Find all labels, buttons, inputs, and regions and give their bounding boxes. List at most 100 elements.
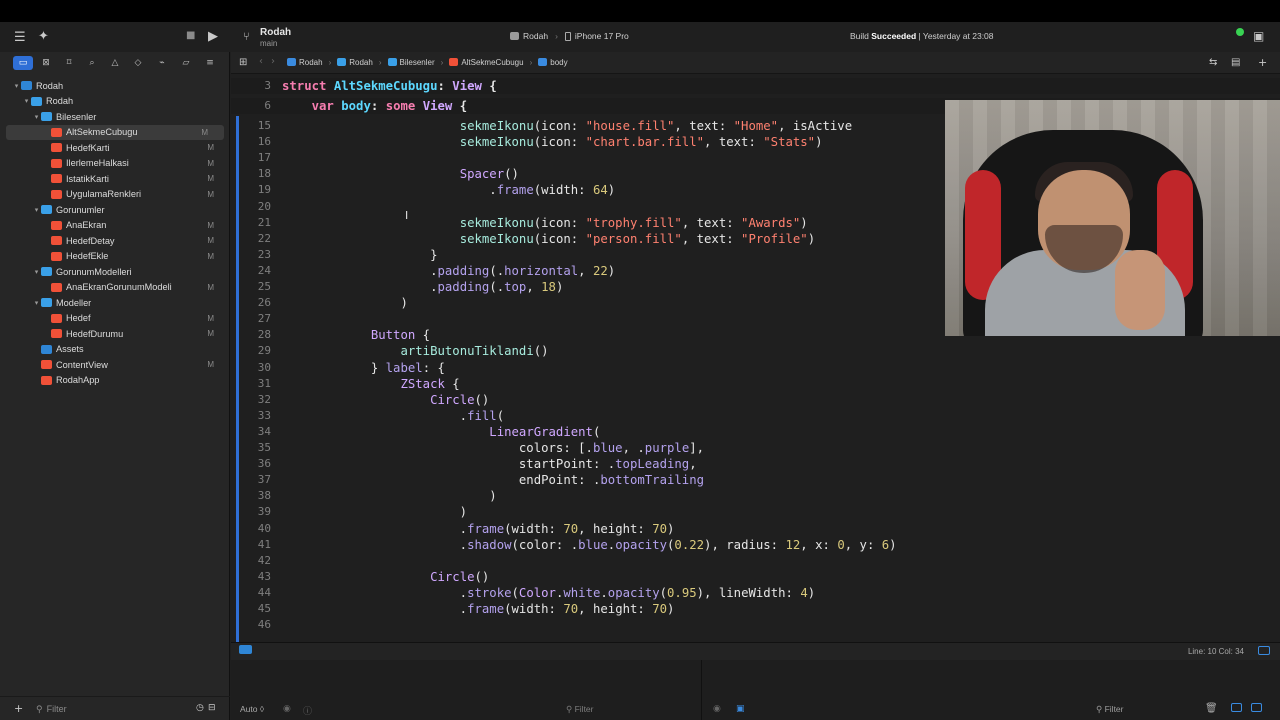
code-token: , <box>689 457 697 472</box>
folder-tab-icon[interactable]: ▭ <box>13 56 33 70</box>
quick-look-icon[interactable]: ◉ <box>713 704 721 714</box>
breadcrumb-item[interactable]: Rodah <box>337 58 373 67</box>
swift-icon <box>51 251 62 261</box>
back-icon[interactable]: ‹ <box>259 56 263 67</box>
debug-area-toggle-icon[interactable] <box>239 645 252 654</box>
code-line: 29 artiButonuTiklandi() <box>231 343 1280 359</box>
sidebar-toggle-icon[interactable]: ☰ <box>14 30 26 45</box>
tree-item[interactable]: IlerlemeHalkasi M <box>0 156 230 172</box>
swift-icon <box>51 127 62 137</box>
tree-item[interactable]: RodahApp <box>0 373 230 389</box>
code-token: ) <box>282 505 468 520</box>
line-number: 27 <box>257 312 271 326</box>
breadcrumb-item[interactable]: body <box>538 58 568 67</box>
debug-bottom-bar: Auto ◊ ◉ ⓘ ⚲ Filter ◉ ▣ ⚲ Filter 🗑 <box>231 698 1280 720</box>
eye-icon[interactable]: ◉ <box>283 704 291 714</box>
chevron-down-icon[interactable]: ▾ <box>32 113 41 121</box>
tree-item[interactable]: UygulamaRenkleri M <box>0 187 230 203</box>
code-token: ZStack <box>400 376 445 391</box>
tree-item[interactable]: ▾ Rodah <box>0 94 230 110</box>
breadcrumb-item[interactable]: Rodah <box>287 58 323 67</box>
tree-item[interactable]: HedefDurumu M <box>0 326 230 342</box>
info-icon[interactable]: ⓘ <box>303 704 312 717</box>
code-token: ), radius: <box>704 537 786 552</box>
tree-item[interactable]: Assets <box>0 342 230 358</box>
assets-icon <box>41 344 52 354</box>
tree-item[interactable]: HedefDetay M <box>0 233 230 249</box>
breadcrumb-item[interactable]: Bilesenler <box>387 58 435 67</box>
code-token: ) <box>555 280 564 294</box>
run-icon[interactable]: ▶ <box>208 29 218 44</box>
auto-selector[interactable]: Auto ◊ <box>240 704 264 714</box>
related-items-icon[interactable]: ⊞ <box>239 57 247 68</box>
breadcrumb: Rodah › Rodah › Bilesenler › AltSekmeCubugu › bo… <box>287 58 568 67</box>
chevron-down-icon[interactable]: ▾ <box>32 206 41 214</box>
tree-item[interactable]: ▾ Modeller <box>0 295 230 311</box>
project-title[interactable]: Rodah main <box>260 27 291 49</box>
filter-options-icon[interactable]: ⊟ <box>208 703 216 713</box>
recent-files-icon[interactable]: ◷ <box>196 703 204 713</box>
chevron-down-icon[interactable]: ▾ <box>22 97 31 105</box>
stop-icon[interactable]: ■ <box>186 30 195 41</box>
breakpoints-tab-icon[interactable]: ▱ <box>178 56 194 70</box>
tree-item[interactable]: Hedef M <box>0 311 230 327</box>
tree-item[interactable]: AnaEkranGorunumModeli M <box>0 280 230 296</box>
editor-options-icon[interactable]: ▤ <box>1231 57 1240 68</box>
chevron-down-icon[interactable]: ▾ <box>12 82 21 90</box>
console-filter[interactable]: ⚲ Filter <box>1096 704 1123 715</box>
code-line: 33 .fill( <box>231 408 1280 424</box>
tree-item[interactable]: HedefEkle M <box>0 249 230 265</box>
tree-item[interactable]: ▾ Gorunumler <box>0 202 230 218</box>
code-token: , x: <box>800 537 838 552</box>
bookmark-tab-icon[interactable]: ⌑ <box>61 56 77 70</box>
tree-item[interactable]: ▾ Rodah <box>0 78 230 94</box>
debug-tab-icon[interactable]: ⌁ <box>154 56 170 70</box>
code-token: shadow <box>467 537 512 552</box>
sticky-scope-line: 3 struct AltSekmeCubugu: View { <box>231 78 1280 94</box>
variables-filter[interactable]: ⚲ Filter <box>566 704 593 715</box>
tests-tab-icon[interactable]: ◇ <box>130 56 146 70</box>
code-token: : { <box>422 360 445 375</box>
code-token: , isActive <box>778 119 853 133</box>
code-token: bottomTrailing <box>600 473 705 488</box>
code-token: colors: [. <box>282 441 593 455</box>
swift-icon <box>51 189 62 199</box>
tree-item[interactable]: ▾ Bilesenler <box>0 109 230 125</box>
panel-toggle-icon[interactable] <box>1258 646 1270 655</box>
add-editor-icon[interactable]: + <box>1258 56 1267 69</box>
reports-tab-icon[interactable]: ≡ <box>202 56 218 70</box>
inspector-toggle-icon[interactable]: ▣ <box>1253 29 1264 43</box>
issues-tab-icon[interactable]: △ <box>107 56 123 70</box>
code-text: struct AltSekmeCubugu: View { <box>282 78 497 94</box>
tree-item[interactable]: AnaEkran M <box>0 218 230 234</box>
chevron-down-icon[interactable]: ▾ <box>32 268 41 276</box>
print-description-icon[interactable]: ▣ <box>736 704 745 714</box>
code-token: View <box>452 79 482 93</box>
tree-item-label: Modeller <box>56 297 92 308</box>
trash-icon[interactable]: 🗑 <box>1205 703 1218 714</box>
variables-view-icon[interactable] <box>1231 703 1242 712</box>
search-tab-icon[interactable]: ⌕ <box>84 56 100 70</box>
tree-item[interactable]: IstatikKarti M <box>0 171 230 187</box>
chevron-down-icon[interactable]: ▾ <box>32 299 41 307</box>
tree-item[interactable]: HedefKarti M <box>0 140 230 156</box>
source-control-tab-icon[interactable]: ⊠ <box>38 56 54 70</box>
split-editor-icon[interactable]: ⇆ <box>1209 57 1217 68</box>
navigator-filter[interactable]: ⚲ Filter <box>36 702 216 716</box>
forward-icon[interactable]: › <box>271 56 275 67</box>
tree-item[interactable]: ▾ GorunumModelleri <box>0 264 230 280</box>
code-token: . <box>600 585 608 600</box>
tree-item[interactable]: ContentView M <box>0 357 230 373</box>
breadcrumb-separator: › <box>328 58 332 67</box>
breadcrumb-item[interactable]: AltSekmeCubugu <box>449 58 524 67</box>
add-icon[interactable]: + <box>14 702 23 715</box>
line-number: 44 <box>257 585 271 599</box>
console-view-icon[interactable] <box>1251 703 1262 712</box>
sparkle-icon[interactable]: ✦ <box>38 29 49 44</box>
scheme-selector[interactable]: Rodah › iPhone 17 Pro <box>510 31 629 41</box>
code-token: : <box>437 79 453 93</box>
code-line: 36 startPoint: .topLeading, <box>231 456 1280 472</box>
tree-item[interactable]: AltSekmeCubugu M <box>6 124 224 140</box>
